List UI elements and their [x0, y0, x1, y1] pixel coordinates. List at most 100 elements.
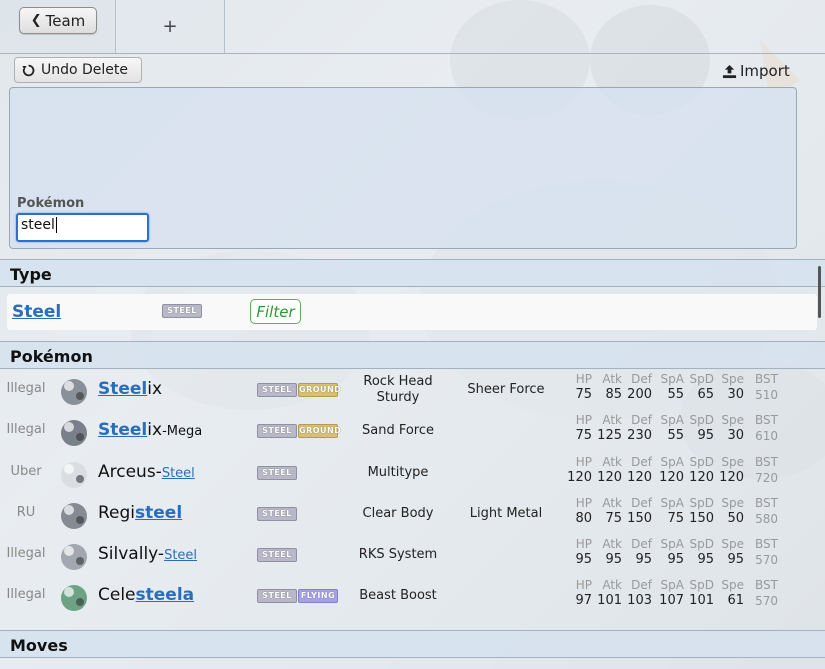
type-badges: STEEL GROUND [257, 383, 341, 397]
name-prefix: Silvally- [98, 544, 165, 564]
stat-value: 150 [627, 511, 652, 526]
pokemon-name-link[interactable]: Steelix-Mega [98, 420, 202, 440]
stat-value: 95 [667, 552, 684, 567]
stat-atk: Atk 125 [592, 413, 622, 444]
pokemon-sprite-icon [61, 462, 87, 488]
type-badges: STEEL GROUND [257, 424, 341, 438]
new-tab-button[interactable]: + [116, 0, 225, 53]
stat-value: 95 [727, 552, 744, 567]
undo-icon [22, 64, 35, 76]
stat-value: 65 [697, 387, 714, 402]
stat-value: 120 [659, 470, 684, 485]
stat-value: 120 [627, 470, 652, 485]
type-name-link[interactable]: Steel [12, 302, 61, 322]
pokemon-name-link[interactable]: Steelix [98, 379, 162, 399]
tier-label: RU [16, 505, 36, 520]
flying-type-icon: FLYING [298, 589, 338, 603]
stat-label: BST [755, 496, 778, 510]
stat-bst: BST 720 [748, 455, 778, 486]
stat-value: 97 [575, 593, 592, 608]
stat-spe: Spe 61 [714, 578, 744, 609]
pokemon-name-link[interactable]: Silvally-Steel [98, 544, 197, 564]
stat-value: 30 [727, 387, 744, 402]
stat-label: Def [631, 372, 652, 386]
name-match: Steel [161, 466, 195, 481]
back-to-team-button[interactable]: ❮ Team [19, 7, 97, 34]
stat-spa: SpA 75 [654, 496, 684, 527]
type-badges: STEEL FLYING [257, 589, 338, 603]
stat-hp: HP 120 [562, 455, 592, 486]
base-stats: HP 75 Atk 125 Def 230 SpA 55 SpD 95 Spe … [562, 413, 778, 449]
stat-label: Atk [602, 578, 622, 592]
name-match: steel [135, 503, 183, 523]
undo-delete-button[interactable]: Undo Delete [14, 57, 142, 83]
stat-label: BST [755, 455, 778, 469]
tier-label: Illegal [6, 546, 46, 561]
stat-label: SpA [660, 372, 684, 386]
stat-value: 85 [605, 387, 622, 402]
pokemon-name-link[interactable]: Celesteela [98, 585, 194, 605]
name-prefix: Arceus- [98, 462, 162, 482]
tab-team[interactable]: ❮ Team [0, 0, 116, 53]
results-scrollbar[interactable] [818, 266, 821, 318]
stat-value: 61 [727, 593, 744, 608]
steel-type-icon: STEEL [257, 424, 297, 438]
stat-label: HP [575, 372, 592, 386]
base-stats: HP 120 Atk 120 Def 120 SpA 120 SpD 120 S… [562, 455, 778, 491]
base-stats: HP 75 Atk 85 Def 200 SpA 55 SpD 65 Spe 3… [562, 372, 778, 408]
base-stats: HP 95 Atk 95 Def 95 SpA 95 SpD 95 Spe 95… [562, 537, 778, 573]
pokemon-section-header: Pokémon [0, 341, 825, 369]
stat-spa: SpA 55 [654, 372, 684, 403]
stat-spd: SpD 101 [684, 578, 714, 609]
pokemon-row[interactable]: Illegal Steelix-Mega STEEL GROUND Sand Forc… [0, 410, 816, 451]
pokemon-row[interactable]: Illegal Silvally-Steel STEEL RKS System HP… [0, 534, 816, 575]
tier-label: Illegal [6, 587, 46, 602]
stat-atk: Atk 75 [592, 496, 622, 527]
stat-value: 150 [689, 511, 714, 526]
stat-label: Spe [721, 413, 744, 427]
stat-atk: Atk 120 [592, 455, 622, 486]
stat-def: Def 200 [622, 372, 652, 403]
pokemon-name-link[interactable]: Registeel [98, 503, 182, 523]
pokemon-row[interactable]: Uber Arceus-Steel STEEL Multitype HP 120 A… [0, 452, 816, 493]
name-suffix: -Mega [162, 424, 203, 439]
stat-label: Spe [721, 455, 744, 469]
stat-spa: SpA 107 [654, 578, 684, 609]
stat-spa: SpA 95 [654, 537, 684, 568]
stat-value: 120 [719, 470, 744, 485]
name-rest: ix [147, 379, 163, 399]
stat-label: Atk [602, 413, 622, 427]
type-badges: STEEL [257, 548, 297, 562]
stat-spd: SpD 150 [684, 496, 714, 527]
steel-type-icon: STEEL [257, 507, 297, 521]
stat-value: 95 [697, 552, 714, 567]
pokemon-sprite-icon [61, 585, 87, 611]
pokemon-search-input[interactable]: steel [16, 213, 149, 242]
pokemon-row[interactable]: RU Registeel STEEL Clear Body Light Metal H… [0, 493, 816, 534]
stat-atk: Atk 101 [592, 578, 622, 609]
stat-value: 125 [597, 428, 622, 443]
stat-spa: SpA 55 [654, 413, 684, 444]
stat-value: 120 [689, 470, 714, 485]
ability-1: Clear Body [362, 506, 434, 521]
pokemon-name-link[interactable]: Arceus-Steel [98, 462, 195, 482]
tier-label: Illegal [6, 381, 46, 396]
stat-value: 95 [605, 552, 622, 567]
type-result-row[interactable]: Steel STEEL Filter [7, 294, 817, 330]
tab-bar: ❮ Team + [0, 0, 825, 54]
stat-label: Spe [721, 537, 744, 551]
stat-label: Def [631, 496, 652, 510]
stat-label: SpA [660, 455, 684, 469]
stat-label: Def [631, 455, 652, 469]
stat-spd: SpD 95 [684, 413, 714, 444]
stat-value: 80 [575, 511, 592, 526]
filter-button[interactable]: Filter [250, 299, 301, 324]
stat-value: 230 [627, 428, 652, 443]
stat-atk: Atk 85 [592, 372, 622, 403]
import-button[interactable]: Import [722, 60, 790, 82]
stat-value: 120 [567, 470, 592, 485]
stat-label: SpD [689, 537, 714, 551]
pokemon-row[interactable]: Illegal Celesteela STEEL FLYING Beast Boost… [0, 575, 816, 616]
pokemon-row[interactable]: Illegal Steelix STEEL GROUND Rock Head Stu… [0, 369, 816, 410]
stat-value: 30 [727, 428, 744, 443]
